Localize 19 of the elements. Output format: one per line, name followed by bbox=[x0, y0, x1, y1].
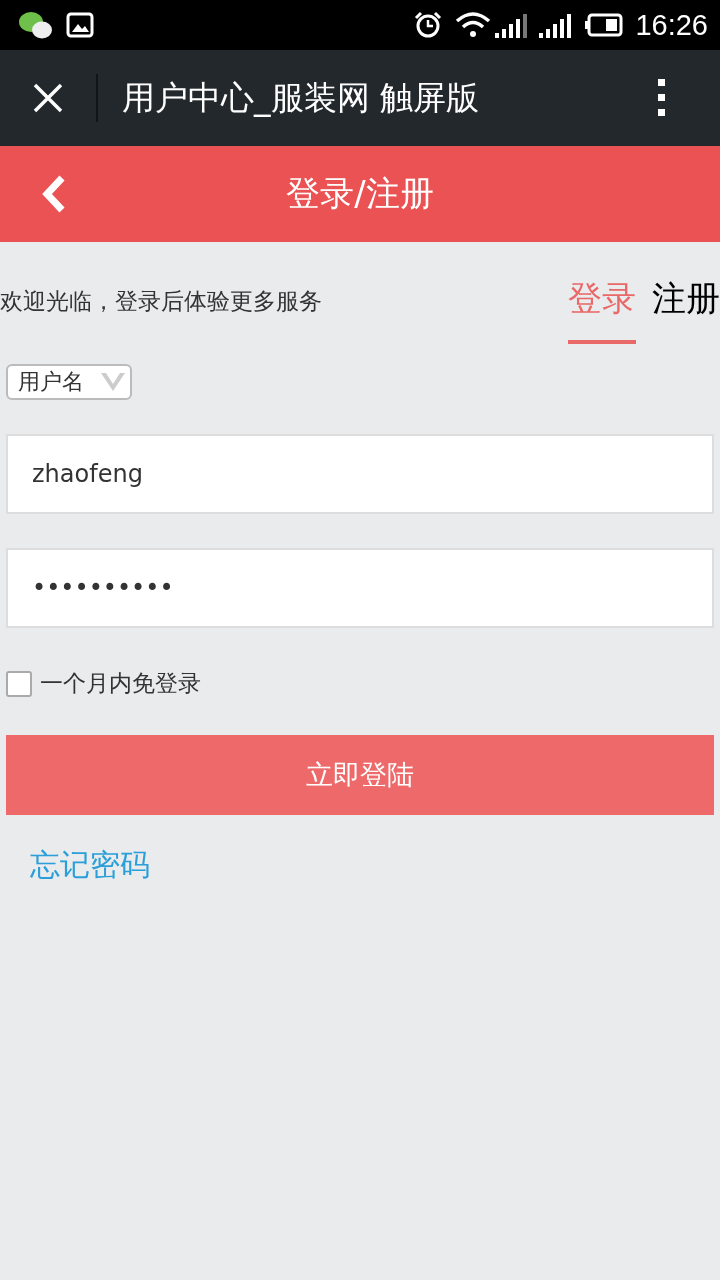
chat-app-icon bbox=[18, 10, 54, 40]
username-field[interactable]: zhaofeng bbox=[6, 434, 714, 514]
battery-icon bbox=[585, 13, 624, 37]
remember-checkbox[interactable] bbox=[6, 670, 32, 697]
header-title: 登录/注册 bbox=[285, 172, 435, 215]
clock-time: 16:26 bbox=[635, 8, 708, 42]
remember-label: 一个月内免登录 bbox=[40, 669, 201, 698]
cell-signal-icon bbox=[539, 11, 574, 39]
password-field[interactable]: •••••••••• bbox=[6, 548, 714, 628]
tab[interactable]: 注册 bbox=[652, 272, 720, 344]
caret-icon bbox=[100, 372, 126, 392]
alarm-icon bbox=[413, 11, 444, 39]
image-icon bbox=[66, 12, 94, 38]
page-title: 用户中心_服装网 触屏版 bbox=[122, 76, 480, 119]
wifi-signal-icon bbox=[455, 11, 528, 39]
welcome-text: 欢迎光临，登录后体验更多服务 bbox=[0, 287, 322, 316]
more-menu-button[interactable] bbox=[658, 79, 666, 117]
close-button[interactable] bbox=[32, 82, 64, 114]
login-type-select[interactable]: 用户名 bbox=[6, 364, 132, 400]
